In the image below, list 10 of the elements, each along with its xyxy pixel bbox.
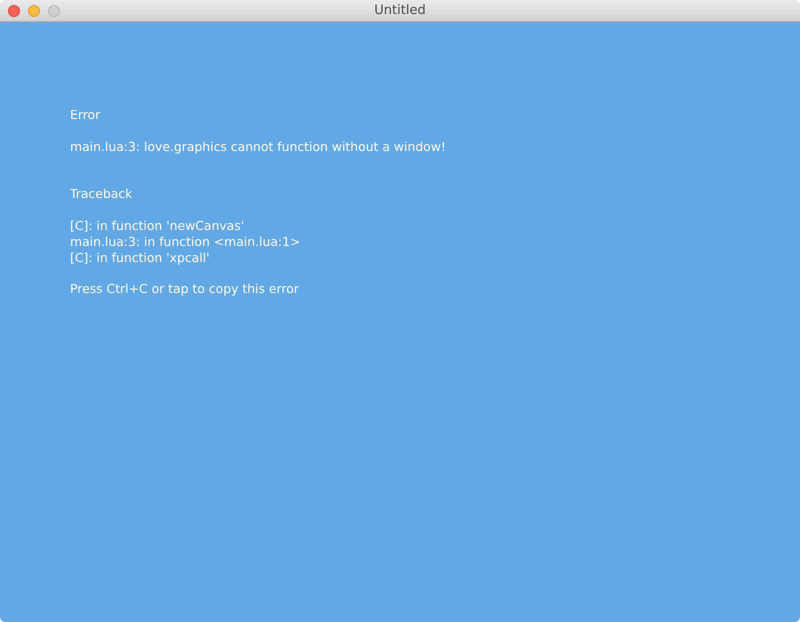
- traceback-line: [C]: in function 'newCanvas': [70, 218, 244, 234]
- error-message: main.lua:3: love.graphics cannot function without a window!: [70, 138, 446, 154]
- copy-hint: Press Ctrl+C or tap to copy this error: [70, 281, 299, 297]
- window-title: Untitled: [374, 3, 426, 18]
- traceback-line: [C]: in function 'xpcall': [70, 250, 210, 266]
- minimize-button[interactable]: [28, 4, 40, 16]
- traceback-heading: Traceback: [70, 186, 132, 202]
- traceback-line: main.lua:3: in function <main.lua:1>: [70, 234, 300, 250]
- error-heading: Error: [70, 107, 100, 123]
- close-button[interactable]: [8, 4, 20, 16]
